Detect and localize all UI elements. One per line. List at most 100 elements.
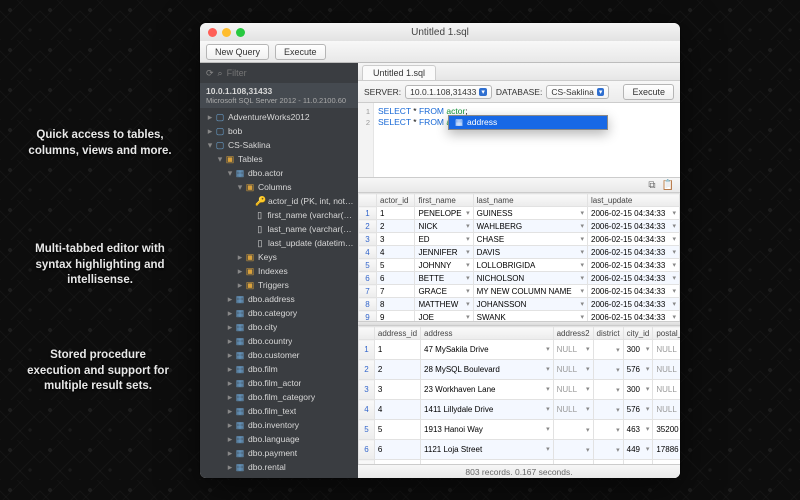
tbl-4[interactable]: ▸▦dbo.country (200, 334, 358, 348)
col-last-name[interactable]: ▯last_name (varchar(4… (200, 222, 358, 236)
tbl-10[interactable]: ▸▦dbo.inventory (200, 418, 358, 432)
tab-file[interactable]: Untitled 1.sql (362, 65, 436, 80)
cell[interactable]: JOE▾ (415, 311, 473, 322)
col-actor-id[interactable]: 🔑actor_id (PK, int, not… (200, 194, 358, 208)
col-header[interactable]: address2 (553, 327, 593, 340)
col-header[interactable]: city_id (623, 327, 653, 340)
copy-icon[interactable]: 📋 (662, 180, 674, 191)
cell[interactable]: ▾ (593, 400, 623, 420)
cell[interactable]: 300▾ (623, 340, 653, 360)
tbl-6[interactable]: ▸▦dbo.film (200, 362, 358, 376)
cell[interactable]: ▾ (593, 340, 623, 360)
col-header[interactable]: address_id (374, 327, 420, 340)
cell[interactable]: 2006-02-15 04:34:33▾ (588, 311, 680, 322)
results-grid-2[interactable]: address_idaddressaddress2districtcity_id… (358, 326, 680, 464)
tbl-1[interactable]: ▸▦dbo.address (200, 292, 358, 306)
cell[interactable]: ▾ (553, 420, 593, 440)
col-header[interactable]: last_update (588, 194, 680, 207)
cell[interactable]: 2006-02-15 04:34:33▾ (588, 233, 680, 246)
cell[interactable]: 8 (377, 298, 415, 311)
execute-button-inner[interactable]: Execute (623, 84, 674, 100)
tbl-12[interactable]: ▸▦dbo.payment (200, 446, 358, 460)
db-aw[interactable]: ▸▢AdventureWorks2012 (200, 110, 358, 124)
col-last-update[interactable]: ▯last_update (datetim… (200, 236, 358, 250)
cell[interactable]: BETTE▾ (415, 272, 473, 285)
cell[interactable]: 2006-02-15 04:34:33▾ (588, 246, 680, 259)
cell[interactable]: CHASE▾ (473, 233, 587, 246)
cell[interactable]: SWANK▾ (473, 311, 587, 322)
row-number[interactable]: 3 (359, 380, 375, 400)
cell[interactable]: MY NEW COLUMN NAME▾ (473, 285, 587, 298)
col-header[interactable]: first_name (415, 194, 473, 207)
cell[interactable]: NICK▾ (415, 220, 473, 233)
cell[interactable]: 17886▾ (653, 440, 680, 460)
col-header[interactable]: district (593, 327, 623, 340)
col-header[interactable]: postal_code (653, 327, 680, 340)
row-number[interactable]: 8 (359, 298, 377, 311)
cell[interactable]: GRACE▾ (415, 285, 473, 298)
cell[interactable]: 576▾ (623, 400, 653, 420)
cell[interactable]: 2006-02-15 04:34:33▾ (588, 207, 680, 220)
cell[interactable]: 2006-02-15 04:34:33▾ (588, 259, 680, 272)
col-header[interactable]: address (421, 327, 554, 340)
cell[interactable]: 5 (374, 420, 420, 440)
col-header[interactable]: actor_id (377, 194, 415, 207)
row-number[interactable]: 1 (359, 340, 375, 360)
cell[interactable]: 28 MySQL Boulevard▾ (421, 360, 554, 380)
export-icon[interactable]: ⧉ (648, 180, 655, 191)
row-number[interactable]: 2 (359, 360, 375, 380)
server-info[interactable]: 10.0.1.108,31433 Microsoft SQL Server 20… (200, 83, 358, 108)
cell[interactable]: 1121 Loja Street▾ (421, 440, 554, 460)
row-number[interactable]: 9 (359, 311, 377, 322)
cell[interactable]: 300▾ (623, 380, 653, 400)
refresh-icon[interactable]: ⟳ (206, 68, 214, 79)
cell[interactable]: 2 (377, 220, 415, 233)
new-query-button[interactable]: New Query (206, 44, 269, 60)
cell[interactable]: ▾ (593, 420, 623, 440)
filter-input[interactable] (227, 68, 352, 78)
tbl-3[interactable]: ▸▦dbo.city (200, 320, 358, 334)
sql-editor[interactable]: 12 SELECT * FROM actor; SELECT * FROM ad… (358, 103, 680, 177)
cell[interactable]: 6 (377, 272, 415, 285)
database-select[interactable]: CS-Saklina▾ (546, 85, 609, 99)
cell[interactable]: 576▾ (623, 360, 653, 380)
code-area[interactable]: SELECT * FROM actor; SELECT * FROM addre… (374, 103, 680, 177)
cell[interactable]: NULL▾ (553, 400, 593, 420)
cell[interactable]: ▾ (593, 380, 623, 400)
cell[interactable]: 2 (374, 360, 420, 380)
cell[interactable]: NICHOLSON▾ (473, 272, 587, 285)
object-tree[interactable]: ▸▢AdventureWorks2012▸▢bob▾▢CS-Saklina▾▣T… (200, 108, 358, 478)
cell[interactable]: 2006-02-15 04:34:33▾ (588, 220, 680, 233)
db-bob[interactable]: ▸▢bob (200, 124, 358, 138)
execute-button[interactable]: Execute (275, 44, 326, 60)
tbl-actor[interactable]: ▾▦dbo.actor (200, 166, 358, 180)
cell[interactable]: JENNIFER▾ (415, 246, 473, 259)
node-triggers[interactable]: ▸▣Triggers (200, 278, 358, 292)
cell[interactable]: 4 (377, 246, 415, 259)
results-grid-1[interactable]: actor_idfirst_namelast_namelast_update11… (358, 193, 680, 321)
cell[interactable]: 3 (377, 233, 415, 246)
tbl-14[interactable]: ▸▦dbo.staff (200, 474, 358, 478)
row-number[interactable]: 7 (359, 285, 377, 298)
col-header[interactable]: last_name (473, 194, 587, 207)
cell[interactable]: JOHNNY▾ (415, 259, 473, 272)
cell[interactable]: NULL▾ (553, 360, 593, 380)
cell[interactable]: ▾ (553, 440, 593, 460)
cell[interactable]: 1 (374, 340, 420, 360)
row-number[interactable]: 5 (359, 259, 377, 272)
cell[interactable]: NULL▾ (653, 340, 680, 360)
cell[interactable]: 1 (377, 207, 415, 220)
cell[interactable]: 4 (374, 400, 420, 420)
cell[interactable]: ED▾ (415, 233, 473, 246)
row-number[interactable]: 2 (359, 220, 377, 233)
cell[interactable]: NULL▾ (553, 340, 593, 360)
cell[interactable]: DAVIS▾ (473, 246, 587, 259)
cell[interactable]: MATTHEW▾ (415, 298, 473, 311)
row-number[interactable]: 4 (359, 246, 377, 259)
node-keys[interactable]: ▸▣Keys (200, 250, 358, 264)
cell[interactable]: WAHLBERG▾ (473, 220, 587, 233)
tbl-9[interactable]: ▸▦dbo.film_text (200, 404, 358, 418)
tbl-8[interactable]: ▸▦dbo.film_category (200, 390, 358, 404)
node-indexes[interactable]: ▸▣Indexes (200, 264, 358, 278)
tbl-5[interactable]: ▸▦dbo.customer (200, 348, 358, 362)
